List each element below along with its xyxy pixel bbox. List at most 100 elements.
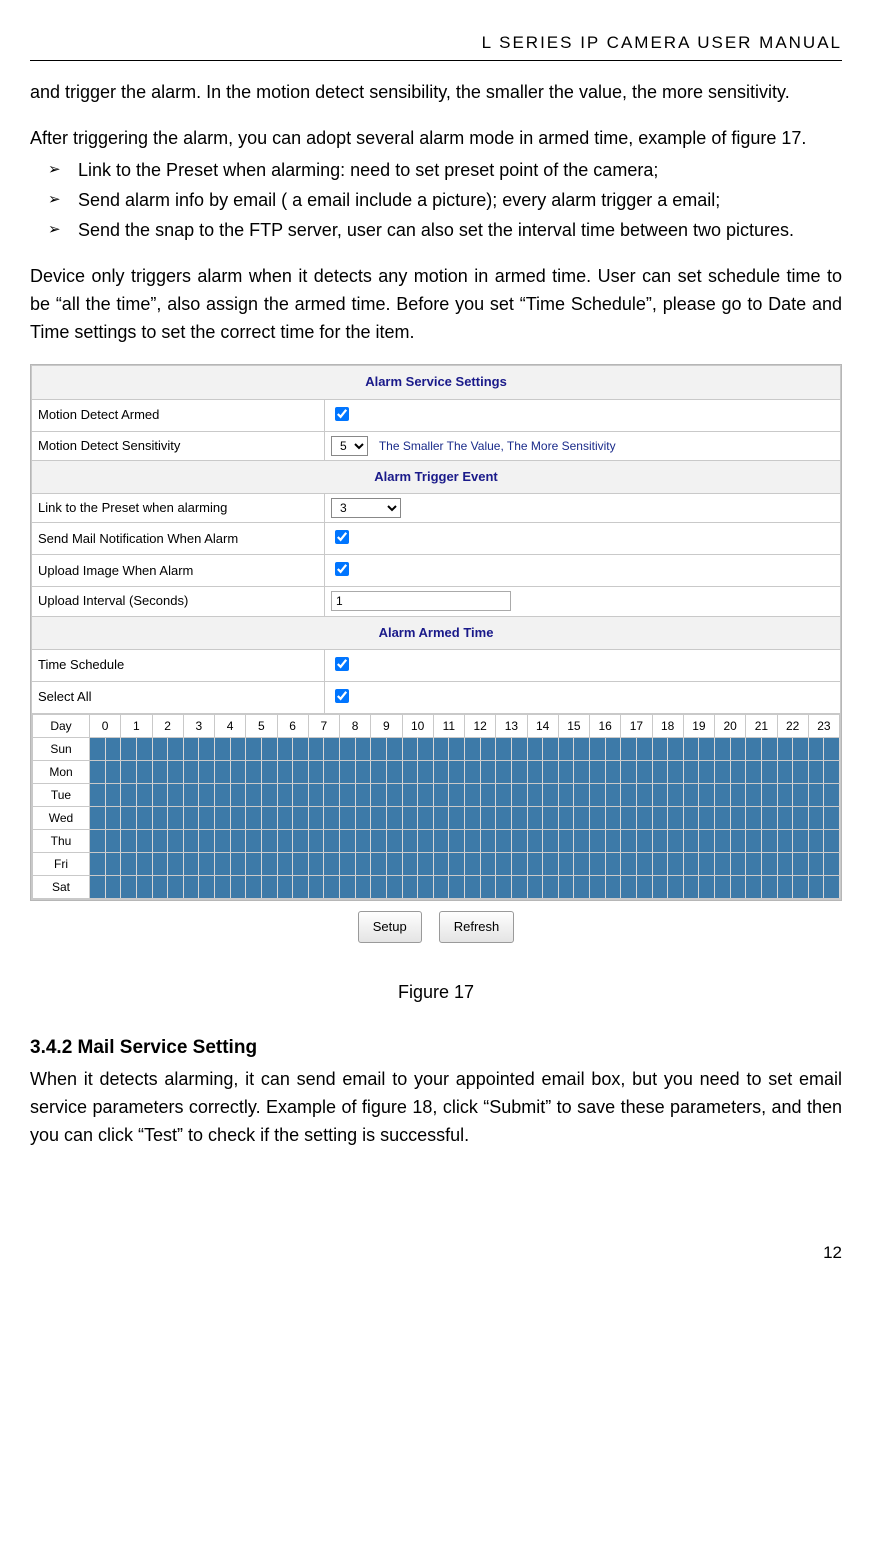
schedule-cell[interactable] — [824, 876, 840, 899]
schedule-cell[interactable] — [636, 853, 652, 876]
schedule-cell[interactable] — [699, 830, 715, 853]
schedule-cell[interactable] — [777, 761, 793, 784]
schedule-cell[interactable] — [90, 807, 106, 830]
schedule-cell[interactable] — [683, 876, 699, 899]
schedule-cell[interactable] — [574, 853, 590, 876]
schedule-cell[interactable] — [324, 830, 340, 853]
schedule-cell[interactable] — [152, 876, 168, 899]
schedule-cell[interactable] — [511, 761, 527, 784]
schedule-cell[interactable] — [136, 807, 152, 830]
schedule-cell[interactable] — [590, 738, 606, 761]
schedule-cell[interactable] — [621, 784, 637, 807]
schedule-cell[interactable] — [465, 738, 481, 761]
schedule-cell[interactable] — [808, 761, 824, 784]
schedule-cell[interactable] — [730, 853, 746, 876]
schedule-cell[interactable] — [183, 876, 199, 899]
schedule-cell[interactable] — [418, 761, 434, 784]
schedule-cell[interactable] — [621, 761, 637, 784]
schedule-cell[interactable] — [105, 761, 121, 784]
schedule-cell[interactable] — [418, 830, 434, 853]
schedule-cell[interactable] — [324, 761, 340, 784]
schedule-cell[interactable] — [371, 830, 387, 853]
schedule-cell[interactable] — [699, 738, 715, 761]
schedule-cell[interactable] — [215, 784, 231, 807]
schedule-cell[interactable] — [652, 807, 668, 830]
schedule-cell[interactable] — [168, 807, 184, 830]
schedule-cell[interactable] — [105, 784, 121, 807]
schedule-cell[interactable] — [730, 807, 746, 830]
schedule-cell[interactable] — [449, 807, 465, 830]
schedule-cell[interactable] — [261, 738, 277, 761]
schedule-cell[interactable] — [652, 738, 668, 761]
schedule-cell[interactable] — [293, 830, 309, 853]
schedule-cell[interactable] — [699, 876, 715, 899]
schedule-cell[interactable] — [824, 738, 840, 761]
schedule-cell[interactable] — [277, 807, 293, 830]
schedule-cell[interactable] — [355, 784, 371, 807]
schedule-cell[interactable] — [808, 830, 824, 853]
schedule-cell[interactable] — [418, 853, 434, 876]
schedule-cell[interactable] — [199, 853, 215, 876]
schedule-cell[interactable] — [777, 876, 793, 899]
schedule-grid[interactable]: Day0123456789101112131415161718192021222… — [32, 714, 840, 899]
schedule-cell[interactable] — [308, 876, 324, 899]
schedule-cell[interactable] — [386, 876, 402, 899]
schedule-cell[interactable] — [761, 738, 777, 761]
schedule-cell[interactable] — [636, 784, 652, 807]
schedule-cell[interactable] — [465, 761, 481, 784]
schedule-cell[interactable] — [746, 738, 762, 761]
schedule-cell[interactable] — [371, 784, 387, 807]
schedule-cell[interactable] — [293, 876, 309, 899]
schedule-cell[interactable] — [605, 807, 621, 830]
schedule-cell[interactable] — [308, 784, 324, 807]
checkbox-send-mail[interactable] — [335, 530, 349, 544]
schedule-cell[interactable] — [824, 830, 840, 853]
schedule-cell[interactable] — [121, 807, 137, 830]
schedule-cell[interactable] — [308, 738, 324, 761]
schedule-cell[interactable] — [230, 738, 246, 761]
schedule-cell[interactable] — [433, 738, 449, 761]
schedule-cell[interactable] — [543, 738, 559, 761]
schedule-cell[interactable] — [668, 784, 684, 807]
schedule-cell[interactable] — [433, 876, 449, 899]
schedule-cell[interactable] — [215, 830, 231, 853]
schedule-cell[interactable] — [746, 830, 762, 853]
schedule-cell[interactable] — [308, 830, 324, 853]
schedule-cell[interactable] — [418, 738, 434, 761]
schedule-cell[interactable] — [543, 761, 559, 784]
schedule-cell[interactable] — [121, 761, 137, 784]
schedule-cell[interactable] — [386, 853, 402, 876]
schedule-cell[interactable] — [246, 876, 262, 899]
schedule-cell[interactable] — [136, 738, 152, 761]
schedule-cell[interactable] — [402, 738, 418, 761]
schedule-cell[interactable] — [496, 830, 512, 853]
schedule-cell[interactable] — [215, 853, 231, 876]
schedule-cell[interactable] — [527, 853, 543, 876]
schedule-cell[interactable] — [324, 807, 340, 830]
input-upload-interval[interactable] — [331, 591, 511, 611]
schedule-cell[interactable] — [590, 761, 606, 784]
schedule-cell[interactable] — [246, 738, 262, 761]
schedule-cell[interactable] — [340, 761, 356, 784]
schedule-cell[interactable] — [402, 761, 418, 784]
schedule-cell[interactable] — [590, 853, 606, 876]
schedule-cell[interactable] — [558, 853, 574, 876]
schedule-cell[interactable] — [511, 876, 527, 899]
schedule-cell[interactable] — [152, 784, 168, 807]
schedule-cell[interactable] — [449, 830, 465, 853]
schedule-cell[interactable] — [90, 761, 106, 784]
schedule-cell[interactable] — [636, 738, 652, 761]
schedule-cell[interactable] — [605, 784, 621, 807]
schedule-cell[interactable] — [621, 807, 637, 830]
schedule-cell[interactable] — [636, 876, 652, 899]
schedule-cell[interactable] — [105, 738, 121, 761]
schedule-cell[interactable] — [652, 853, 668, 876]
schedule-cell[interactable] — [793, 876, 809, 899]
schedule-cell[interactable] — [183, 761, 199, 784]
schedule-cell[interactable] — [480, 784, 496, 807]
schedule-cell[interactable] — [402, 807, 418, 830]
schedule-cell[interactable] — [105, 876, 121, 899]
schedule-cell[interactable] — [277, 830, 293, 853]
schedule-cell[interactable] — [761, 784, 777, 807]
schedule-cell[interactable] — [652, 876, 668, 899]
